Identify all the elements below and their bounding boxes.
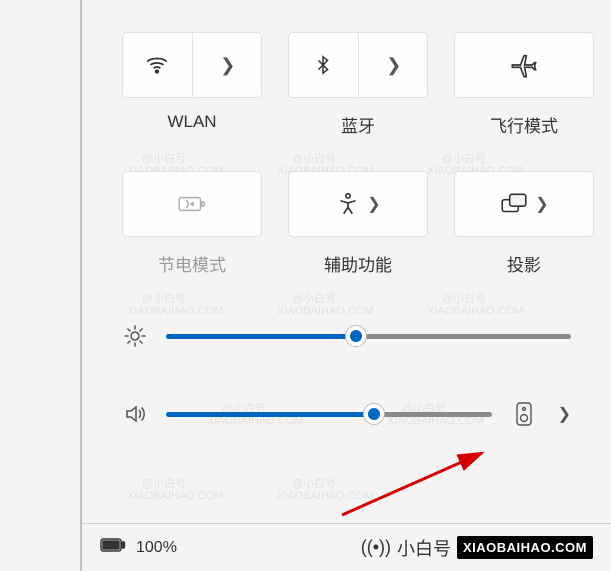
brightness-row [122, 324, 571, 348]
battery-saver-tile: 节电模式 [122, 171, 262, 276]
wifi-icon [144, 52, 170, 78]
watermark: XIAOBAIHAO.COM [127, 305, 224, 317]
slider-track-fill [166, 334, 356, 339]
watermark: @小白号 [142, 290, 186, 306]
chevron-right-icon: ❯ [367, 194, 380, 214]
battery-status[interactable]: 100% [100, 537, 177, 558]
airplane-label: 飞行模式 [490, 112, 558, 137]
wlan-expand[interactable]: ❯ [192, 33, 262, 97]
brand-glyph: ((•)) [361, 537, 391, 558]
chevron-right-icon: ❯ [535, 194, 548, 214]
project-tile: ❯ 投影 [454, 171, 594, 276]
accessibility-label: 辅助功能 [324, 251, 392, 276]
bluetooth-label: 蓝牙 [341, 112, 375, 137]
wlan-tile: ❯ WLAN [122, 32, 262, 137]
branding: ((•)) 小白号 XIAOBAIHAO.COM [361, 535, 593, 561]
airplane-tile: 飞行模式 [454, 32, 594, 137]
wlan-toggle[interactable] [123, 33, 192, 97]
project-label: 投影 [507, 251, 541, 276]
project-icon [499, 191, 529, 217]
quick-settings-panel: @小白号 XIAOBAIHAO.COM @小白号 XIAOBAIHAO.COM … [82, 0, 611, 571]
battery-saver-icon [177, 191, 207, 217]
volume-icon [122, 402, 148, 426]
watermark: @小白号 [292, 290, 336, 306]
chevron-right-icon: ❯ [384, 55, 401, 76]
bluetooth-tile: ❯ 蓝牙 [288, 32, 428, 137]
battery-saver-label: 节电模式 [158, 251, 226, 276]
brand-name: 小白号 [397, 535, 451, 561]
slider-thumb[interactable] [363, 403, 385, 425]
wlan-label: WLAN [167, 112, 216, 132]
project-button[interactable]: ❯ [454, 171, 594, 237]
volume-slider[interactable] [166, 403, 492, 425]
watermark: @小白号 [142, 475, 186, 491]
watermark: XIAOBAIHAO.COM [127, 490, 224, 502]
bluetooth-expand[interactable]: ❯ [358, 33, 428, 97]
battery-saver-button[interactable] [122, 171, 262, 237]
sliders-section: ❯ [122, 324, 571, 428]
airplane-icon [510, 51, 538, 79]
slider-thumb[interactable] [345, 325, 367, 347]
slider-track-fill [166, 412, 374, 417]
watermark: XIAOBAIHAO.COM [277, 305, 374, 317]
wlan-button[interactable]: ❯ [122, 32, 262, 98]
quick-settings-grid: ❯ WLAN ❯ 蓝牙 [122, 32, 571, 276]
annotation-arrow [332, 445, 512, 525]
watermark: @小白号 [442, 290, 486, 306]
watermark: @小白号 [292, 475, 336, 491]
chevron-right-icon[interactable]: ❯ [556, 404, 571, 424]
battery-icon [100, 537, 126, 558]
watermark: XIAOBAIHAO.COM [277, 490, 374, 502]
battery-percent-text: 100% [136, 539, 177, 557]
accessibility-icon [335, 191, 361, 217]
left-edge-stub [0, 0, 82, 571]
accessibility-tile: ❯ 辅助功能 [288, 171, 428, 276]
accessibility-button[interactable]: ❯ [288, 171, 428, 237]
bluetooth-button[interactable]: ❯ [288, 32, 428, 98]
chevron-right-icon: ❯ [218, 55, 235, 76]
bluetooth-icon [312, 52, 334, 78]
brand-domain: XIAOBAIHAO.COM [457, 536, 593, 559]
airplane-button[interactable] [454, 32, 594, 98]
volume-row: ❯ [122, 400, 571, 428]
status-bar: 100% ((•)) 小白号 XIAOBAIHAO.COM [82, 523, 611, 571]
brightness-icon [122, 324, 148, 348]
bluetooth-toggle[interactable] [289, 33, 358, 97]
audio-output-button[interactable] [510, 400, 538, 428]
watermark: XIAOBAIHAO.COM [427, 305, 524, 317]
brightness-slider[interactable] [166, 325, 571, 347]
